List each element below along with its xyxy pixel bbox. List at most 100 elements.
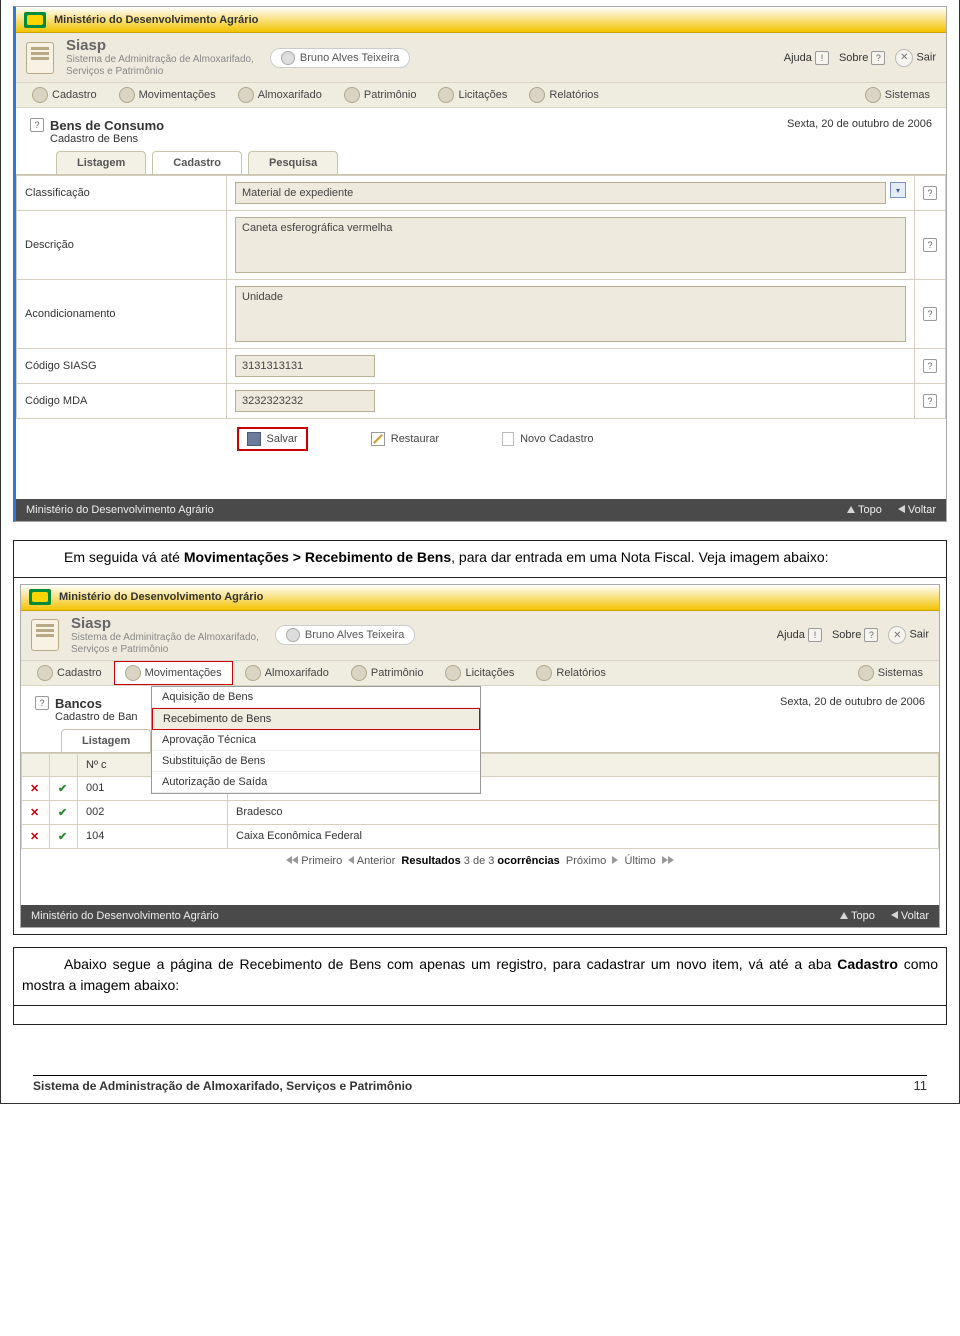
field-help-icon[interactable]: ? [923,394,937,408]
dropdown-item-recebimento[interactable]: Recebimento de Bens [152,708,480,730]
restaurar-button[interactable]: Restaurar [371,432,439,446]
form-table: Classificação Material de expediente ▾ ?… [16,175,946,459]
menu-patrimonio[interactable]: Patrimônio [341,662,434,684]
tab-cadastro[interactable]: Cadastro [152,151,242,174]
menu-licitacoes[interactable]: Licitações [428,84,517,106]
pager-first[interactable]: Primeiro [301,855,342,867]
page-subtitle: Cadastro de Bens [50,133,164,145]
dropdown-item-aquisicao[interactable]: Aquisição de Bens [152,687,480,708]
help-link[interactable]: Ajuda ! [784,51,829,65]
pager: Primeiro Anterior Resultados 3 de 3 ocor… [21,849,939,873]
triangle-up-icon [847,506,855,513]
label-codigo-siasg: Código SIASG [17,349,227,384]
app-header: Siasp Sistema de Adminitração de Almoxar… [16,33,946,82]
check-icon[interactable]: ✔ [50,824,78,848]
user-pill[interactable]: Bruno Alves Teixeira [275,625,415,645]
dropdown-item-substituicao[interactable]: Substituição de Bens [152,751,480,772]
menu-almoxarifado[interactable]: Almoxarifado [228,84,332,106]
menu-cadastro[interactable]: Cadastro [27,662,112,684]
tab-pesquisa[interactable]: Pesquisa [248,151,338,174]
ministry-title: Ministério do Desenvolvimento Agrário [54,14,258,26]
pager-last[interactable]: Último [625,855,656,867]
check-icon[interactable]: ✔ [50,776,78,800]
menu-relatorios[interactable]: Relatórios [526,662,616,684]
menu-licitacoes[interactable]: Licitações [435,662,524,684]
brazil-flag-icon [29,589,51,605]
user-icon [281,51,295,65]
menu-movimentacoes[interactable]: Movimentações [114,661,233,685]
user-name: Bruno Alves Teixeira [300,52,399,64]
page-title: Bens de Consumo [50,118,164,133]
help-link[interactable]: Ajuda ! [777,628,822,642]
menu-relatorios[interactable]: Relatórios [519,84,609,106]
field-help-icon[interactable]: ? [923,307,937,321]
exclamation-icon: ! [815,51,829,65]
screenshot-siasp-bancos: Ministério do Desenvolvimento Agrário Si… [20,584,940,928]
chevron-down-icon[interactable]: ▾ [890,182,906,198]
row-code: 002 [78,800,228,824]
pager-next[interactable]: Próximo [566,855,606,867]
field-help-icon[interactable]: ? [923,359,937,373]
voltar-link[interactable]: Voltar [898,504,936,516]
menu-sistemas[interactable]: Sistemas [855,84,940,106]
menu-sistemas[interactable]: Sistemas [848,662,933,684]
pager-prev[interactable]: Anterior [357,855,396,867]
help-icon[interactable]: ? [35,696,49,710]
app-header: Siasp Sistema de Adminitração de Almoxar… [21,611,939,660]
movimentacoes-dropdown: Aquisição de Bens Recebimento de Bens Ap… [151,686,481,794]
novo-cadastro-button[interactable]: Novo Cadastro [502,432,593,446]
screenshot-siasp-bens-de-consumo: Ministério do Desenvolvimento Agrário Si… [13,6,947,522]
user-icon [286,628,300,642]
table-row[interactable]: ✕ ✔ 104 Caixa Econômica Federal [22,824,939,848]
input-codigo-mda[interactable]: 3232323232 [235,390,375,412]
menu-cadastro[interactable]: Cadastro [22,84,107,106]
triangle-left-icon [898,505,905,513]
menu-almoxarifado[interactable]: Almoxarifado [235,662,339,684]
header-actions: Ajuda ! Sobre ? ✕ Sair [777,626,929,644]
instruction-paragraph-2: Abaixo segue a página de Recebimento de … [13,947,947,1006]
dropdown-item-aprovacao[interactable]: Aprovação Técnica [152,730,480,751]
close-icon: ✕ [888,626,906,644]
delete-icon[interactable]: ✕ [22,824,50,848]
menu-icon [238,87,254,103]
field-help-icon[interactable]: ? [923,238,937,252]
topo-link[interactable]: Topo [840,910,875,922]
footer-page-number: 11 [914,1078,928,1093]
app-subtitle-1: Sistema de Adminitração de Almoxarifado, [66,54,254,66]
menu-patrimonio[interactable]: Patrimônio [334,84,427,106]
exit-button[interactable]: ✕ Sair [895,49,936,67]
label-acondicionamento: Acondicionamento [17,280,227,349]
tab-listagem[interactable]: Listagem [61,729,151,752]
document-icon [31,619,59,651]
textarea-descricao[interactable]: Caneta esferográfica vermelha [235,217,906,273]
page-title: Bancos [55,696,138,711]
page-date: Sexta, 20 de outubro de 2006 [780,696,925,708]
menu-movimentacoes[interactable]: Movimentações [109,84,226,106]
app-subtitle-2: Serviços e Patrimônio [66,66,254,78]
voltar-link[interactable]: Voltar [891,910,929,922]
textarea-acondicionamento[interactable]: Unidade [235,286,906,342]
help-icon[interactable]: ? [30,118,44,132]
row-code: 104 [78,824,228,848]
exit-button[interactable]: ✕ Sair [888,626,929,644]
select-classificacao[interactable]: Material de expediente [235,182,886,204]
new-icon [502,432,514,446]
about-link[interactable]: Sobre ? [832,628,878,642]
delete-icon[interactable]: ✕ [22,776,50,800]
salvar-button[interactable]: Salvar [237,427,308,451]
dropdown-item-autorizacao[interactable]: Autorização de Saída [152,772,480,793]
topo-link[interactable]: Topo [847,504,882,516]
input-codigo-siasg[interactable]: 3131313131 [235,355,375,377]
table-row[interactable]: ✕ ✔ 002 Bradesco [22,800,939,824]
row-name: Bradesco [228,800,939,824]
menubar: Cadastro Movimentações Almoxarifado Patr… [21,660,939,686]
tab-listagem[interactable]: Listagem [56,151,146,174]
row-name: Caixa Econômica Federal [228,824,939,848]
about-link[interactable]: Sobre ? [839,51,885,65]
check-icon[interactable]: ✔ [50,800,78,824]
field-help-icon[interactable]: ? [923,186,937,200]
user-pill[interactable]: Bruno Alves Teixeira [270,48,410,68]
menu-icon [32,87,48,103]
page-head: ? Bens de Consumo Cadastro de Bens Sexta… [16,108,946,151]
delete-icon[interactable]: ✕ [22,800,50,824]
